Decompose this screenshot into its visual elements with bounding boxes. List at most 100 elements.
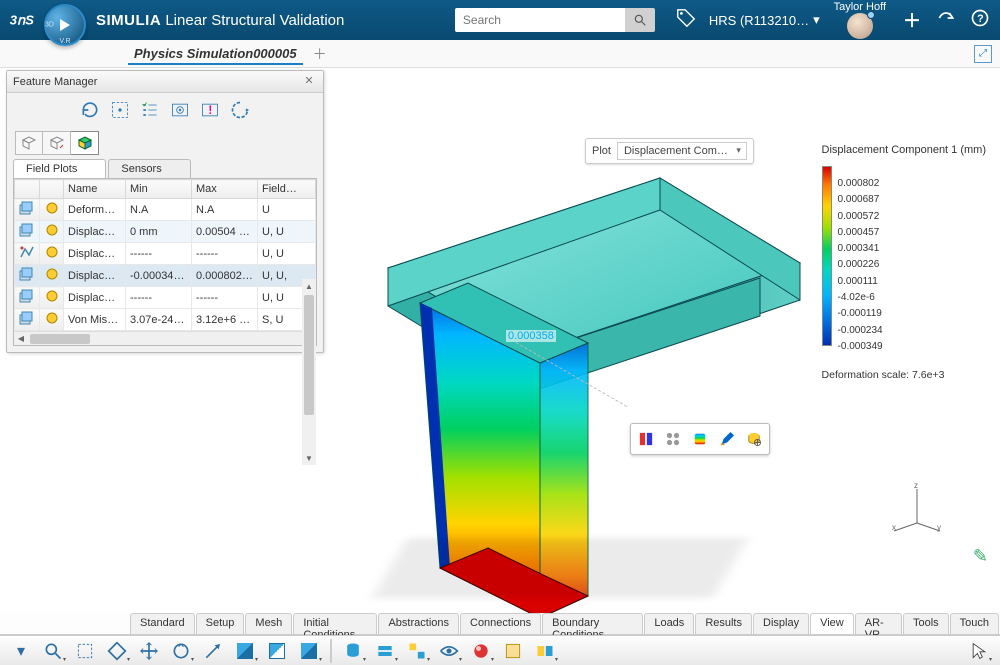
table-header[interactable] [15,180,40,199]
table-row[interactable]: Deformat…N.AN.AU [15,199,316,221]
transparency-icon[interactable] [500,639,526,663]
bottom-tab[interactable]: Initial Conditions [293,613,377,634]
collab-space-selector[interactable]: HRS (R113210… ▾ [709,12,820,28]
app-title: SIMULIA Linear Structural Validation [96,12,344,29]
panel-tab[interactable]: Sensors [108,159,190,178]
table-header[interactable]: Field… [258,180,316,199]
chevron-down-icon: ▾ [813,12,820,28]
bottom-toolbar: ▾ ▾ ▾ ▾ ▾ ▾ ▾ ▾ ▾ ▾ ▾ ▾ ▾ [0,635,1000,665]
legend-tick: 0.000226 [838,259,986,275]
show-min-max-icon[interactable] [634,427,658,451]
bottom-tab[interactable]: Connections [460,613,541,634]
tag-icon[interactable] [675,7,697,34]
scrollbar-vertical[interactable]: ▲ ▼ [302,279,316,465]
view-mode-1[interactable] [15,131,43,155]
display-style-icon[interactable]: ▾ [532,639,558,663]
table-header[interactable]: Name [64,180,126,199]
share-icon[interactable] [934,8,958,33]
plot-options-icon[interactable] [742,427,766,451]
table-header[interactable] [40,180,64,199]
refresh-icon[interactable] [78,98,102,122]
svg-text:z: z [914,483,918,490]
table-row[interactable]: Displace…-0.000349 …0.000802 …U, U, [15,265,316,287]
topbar: 3𝗇S 3D V.R SIMULIA Linear Structural Val… [0,0,1000,40]
zoom-area-icon[interactable] [72,639,98,663]
compass-launcher-icon[interactable]: 3D V.R [44,4,86,46]
bottom-tab[interactable]: Touch [950,613,999,634]
user-menu[interactable]: Taylor Hoff [834,2,886,39]
model-render [350,148,810,628]
checklist-icon[interactable] [138,98,162,122]
scrollbar-horizontal[interactable]: ◀ ▶ [14,331,316,345]
panel-header[interactable]: Feature Manager ✕ [7,71,323,93]
plot-selector: Plot Displacement Com… [585,138,754,164]
select-items-icon[interactable] [108,98,132,122]
table-row[interactable]: Displace…------------U, U [15,287,316,309]
iso-clipping-icon[interactable] [688,427,712,451]
appearance-icon[interactable]: ▾ [468,639,494,663]
exploded-view-icon[interactable]: ▾ [404,639,430,663]
table-header[interactable]: Max [192,180,258,199]
feature-manager-panel: Feature Manager ✕ ! Field PlotsSensors N… [6,70,324,353]
bottom-tab[interactable]: Display [753,613,809,634]
annotation-marker-icon[interactable]: ✎ [973,546,988,567]
search-button[interactable] [625,8,655,32]
alert-icon[interactable]: ! [198,98,222,122]
view-cube-2-icon[interactable] [264,639,290,663]
section-view-icon[interactable]: ▾ [372,639,398,663]
breadcrumb-active-doc[interactable]: Physics Simulation000005 [128,42,303,65]
look-at-icon[interactable] [200,639,226,663]
table-row[interactable]: Von Mises…3.07e-24 …3.12e+6 …S, U [15,309,316,331]
view-mode-2[interactable] [43,131,71,155]
pan-icon[interactable] [136,639,162,663]
svg-text:3𝗇S: 3𝗇S [10,12,34,27]
visibility-icon[interactable] [168,98,192,122]
help-icon[interactable]: ? [968,8,992,33]
animation-controls-icon[interactable] [661,427,685,451]
brand-logo-icon[interactable]: 3𝗇S [8,7,34,33]
cursor-mode-icon[interactable]: ▾ [966,639,992,663]
view-cube-1-icon[interactable]: ▾ [232,639,258,663]
legend-tick: -0.000349 [838,341,986,357]
collapse-icon[interactable]: ⤢ [974,45,992,63]
hide-show-icon[interactable]: ▾ [436,639,462,663]
table-header[interactable]: Min [126,180,192,199]
normal-to-view-icon[interactable]: ▾ [104,639,130,663]
legend-tick: -0.000234 [838,325,986,341]
add-icon[interactable]: ＋ [900,7,924,33]
add-tab-button[interactable]: ＋ [313,44,327,64]
bottom-tab[interactable]: Setup [196,613,245,634]
bottom-tab[interactable]: Standard [130,613,195,634]
probe-value-label: 0.000358 [506,330,556,342]
zoom-fit-icon[interactable]: ▾ [40,639,66,663]
table-row[interactable]: Displace…------------U, U [15,243,316,265]
svg-text:?: ? [977,13,984,25]
render-mode-icon[interactable]: ▾ [340,639,366,663]
rotate-icon[interactable]: ▾ [168,639,194,663]
bottom-tab[interactable]: Mesh [245,613,292,634]
bottom-tab[interactable]: AR-VR [855,613,902,634]
view-mode-3[interactable] [71,131,99,155]
bottom-tab[interactable]: View [810,613,854,634]
edit-plot-icon[interactable] [715,427,739,451]
bottom-tab[interactable]: Tools [903,613,949,634]
svg-text:x: x [892,523,896,532]
table-row[interactable]: Displace…0 mm0.00504 mmU, U [15,221,316,243]
legend-tick: -0.000119 [838,308,986,324]
legend-colorbar [822,166,832,346]
bottom-tab[interactable]: Loads [644,613,694,634]
bottom-tab[interactable]: Abstractions [378,613,459,634]
bottom-tab[interactable]: Boundary Conditions [542,613,643,634]
legend-tick: 0.000687 [838,194,986,210]
rotate-3d-icon[interactable] [228,98,252,122]
close-icon[interactable]: ✕ [301,74,317,90]
history-dropdown[interactable]: ▾ [8,639,34,663]
panel-tab[interactable]: Field Plots [13,159,106,178]
avatar[interactable] [847,13,873,39]
legend-tick: 0.000802 [838,178,986,194]
search-input[interactable] [455,8,625,32]
view-triad-icon[interactable]: z y x [892,483,942,533]
view-cube-3-icon[interactable]: ▾ [296,639,322,663]
plot-dropdown[interactable]: Displacement Com… [617,142,747,160]
bottom-tab[interactable]: Results [695,613,752,634]
